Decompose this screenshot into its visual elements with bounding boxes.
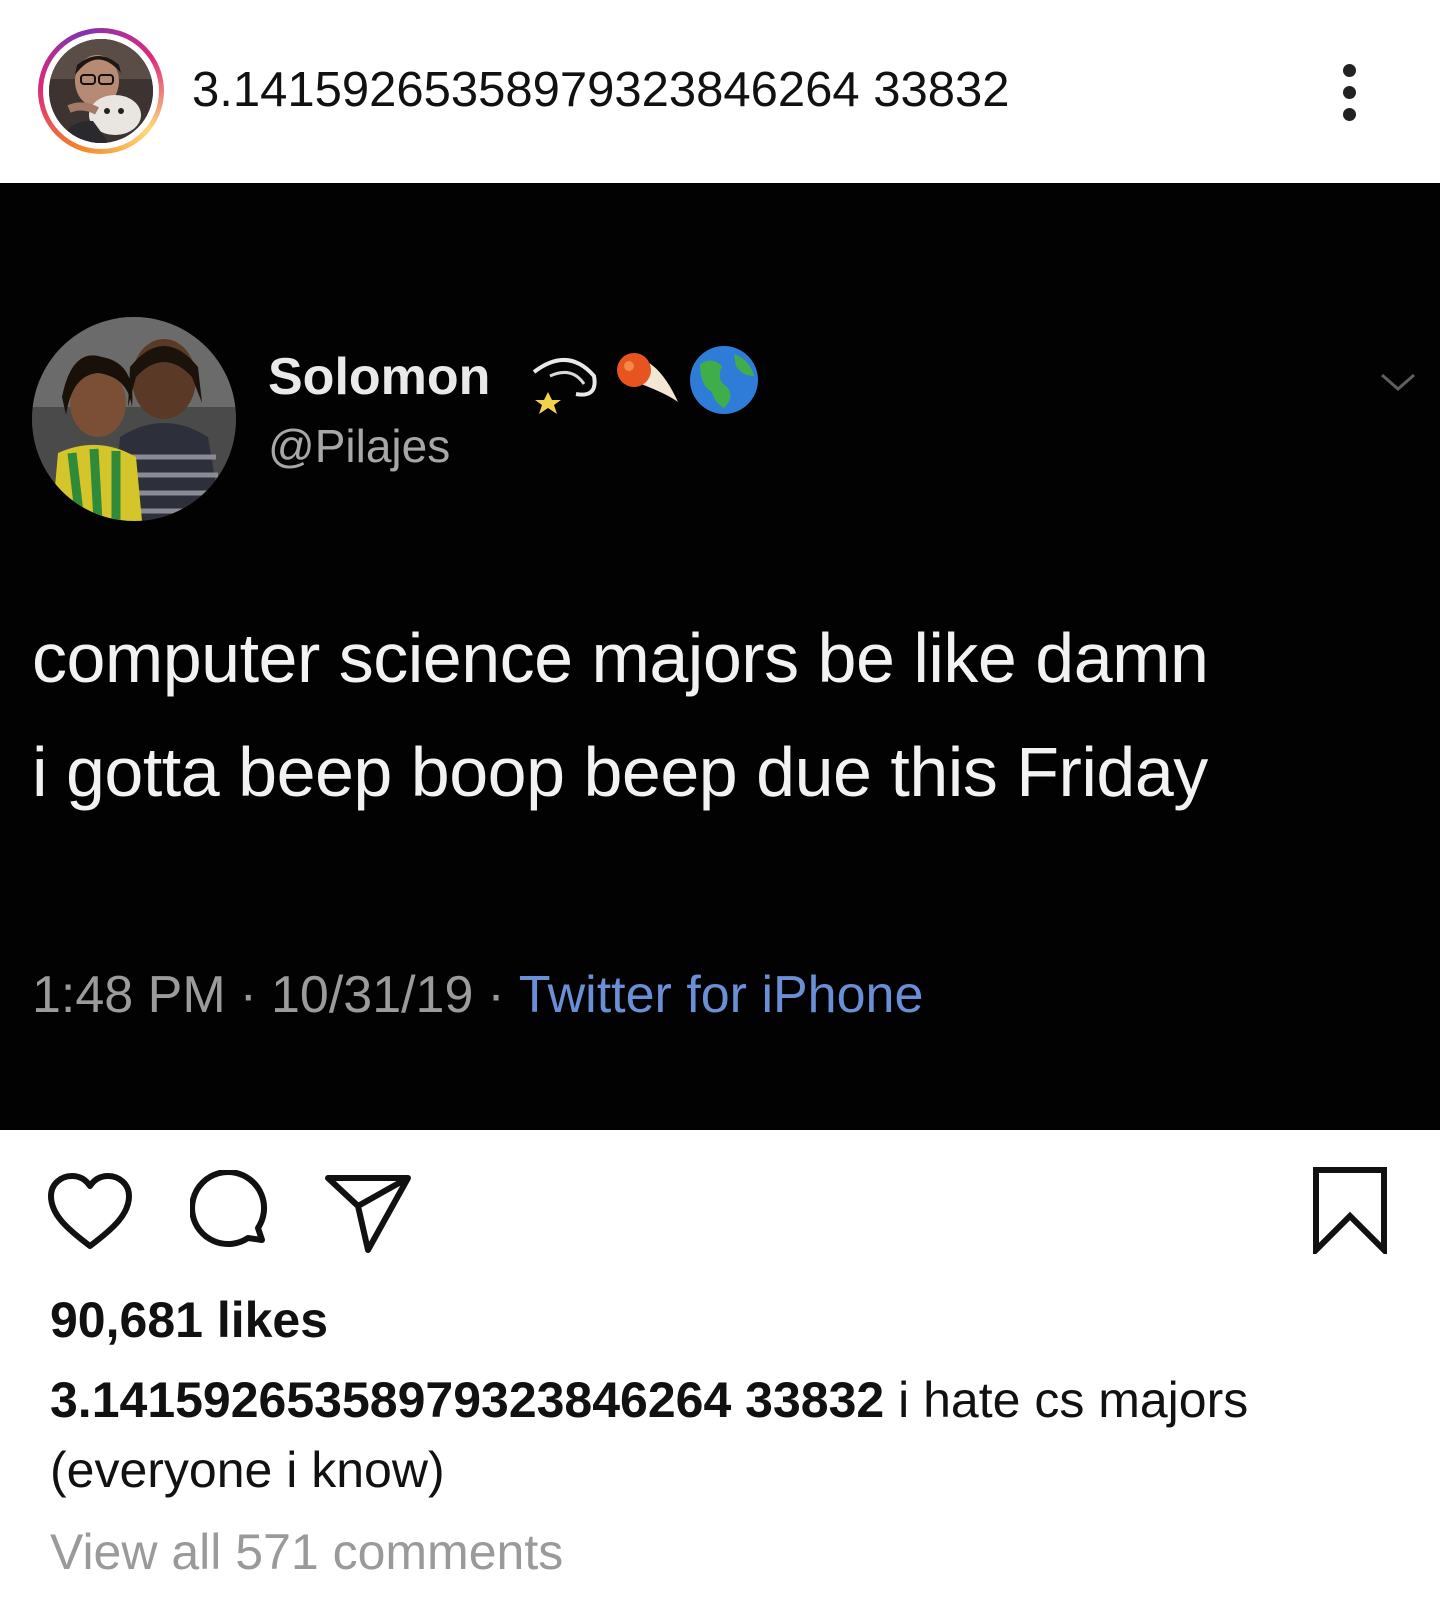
tweet-text-line: computer science majors be like damn	[32, 619, 1209, 697]
post-image[interactable]: Solomon @Pilajes computer science majors…	[0, 183, 1440, 1130]
tweet-display-name: Solomon	[268, 348, 491, 406]
tweet-avatar-photo-icon	[32, 317, 236, 521]
likes-count[interactable]: 90,681 likes	[50, 1290, 328, 1350]
tweet-text-line: i gotta beep boop beep due this Friday	[32, 733, 1208, 811]
comment-bubble-icon	[189, 1169, 268, 1248]
more-options-button[interactable]	[1330, 58, 1370, 128]
meta-separator: ·	[487, 966, 505, 1024]
post-header: 3.14159265358979323846264 33832	[0, 0, 1440, 183]
more-vertical-icon	[1343, 64, 1356, 77]
tweet-time: 1:48 PM	[32, 966, 226, 1024]
share-button[interactable]	[324, 1172, 412, 1254]
meta-separator: ·	[239, 966, 257, 1024]
more-vertical-icon	[1343, 86, 1356, 99]
comet-icon	[617, 353, 678, 402]
avatar[interactable]	[49, 39, 153, 143]
post-username[interactable]: 3.14159265358979323846264 33832	[192, 60, 1010, 120]
like-button[interactable]	[46, 1172, 134, 1252]
caption-username[interactable]: 3.14159265358979323846264 33832	[50, 1372, 884, 1428]
action-bar	[0, 1160, 1440, 1260]
comment-button[interactable]	[189, 1169, 274, 1254]
tweet-meta: 1:48 PM · 10/31/19 · Twitter for iPhone	[32, 963, 923, 1027]
post-caption: 3.14159265358979323846264 33832 i hate c…	[50, 1365, 1410, 1505]
bookmark-icon	[1313, 1167, 1387, 1258]
chevron-down-icon	[1378, 367, 1418, 397]
tweet-handle: @Pilajes	[268, 420, 451, 472]
earth-globe-icon	[690, 346, 758, 414]
story-ring[interactable]	[38, 28, 164, 154]
dizzy-comet-earth-icons	[532, 346, 758, 414]
dizzy-icon	[532, 357, 597, 414]
paper-plane-icon	[325, 1175, 411, 1253]
more-vertical-icon	[1343, 108, 1356, 121]
tweet-source: Twitter for iPhone	[518, 966, 924, 1024]
tweet-text: computer science majors be like damn i g…	[32, 601, 1432, 829]
heart-icon	[48, 1173, 132, 1249]
tweet-date: 10/31/19	[270, 966, 474, 1024]
tweet-emoji-group	[528, 336, 778, 416]
save-button[interactable]	[1312, 1166, 1388, 1258]
view-all-comments-link[interactable]: View all 571 comments	[50, 1522, 563, 1582]
avatar-photo-icon	[49, 39, 153, 143]
tweet-avatar	[32, 317, 236, 521]
